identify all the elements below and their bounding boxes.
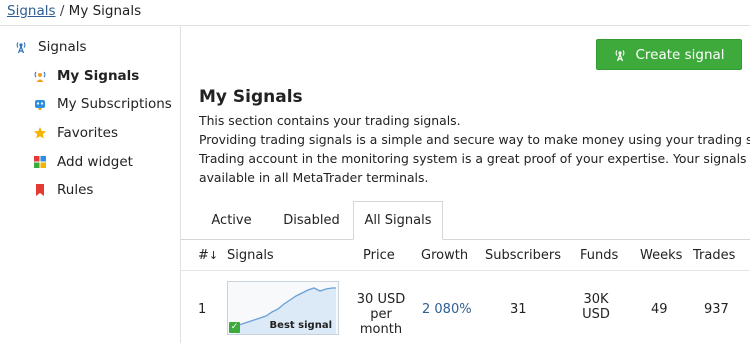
column-header-trades[interactable]: Trades bbox=[693, 248, 735, 263]
sidebar-item-label: My Signals bbox=[57, 68, 140, 84]
funds-currency: USD bbox=[582, 307, 610, 322]
row-index: 1 bbox=[198, 302, 207, 317]
page-title: My Signals bbox=[199, 87, 303, 107]
sidebar-item-signals[interactable]: Signals bbox=[14, 39, 87, 55]
table-header-divider bbox=[181, 270, 750, 271]
antenna-icon bbox=[613, 48, 627, 62]
column-header-funds[interactable]: Funds bbox=[580, 248, 618, 263]
sidebar-item-add-widget[interactable]: Add widget bbox=[33, 154, 133, 170]
sidebar-item-label: Add widget bbox=[57, 154, 133, 170]
breadcrumb-current: My Signals bbox=[68, 3, 142, 19]
breadcrumb-separator: / bbox=[59, 3, 65, 19]
trades-cell: 937 bbox=[704, 302, 729, 317]
growth-link[interactable]: 2 080% bbox=[422, 302, 472, 317]
column-header-weeks[interactable]: Weeks bbox=[640, 248, 682, 263]
tab-active[interactable]: Active bbox=[193, 201, 270, 240]
column-header-growth[interactable]: Growth bbox=[421, 248, 468, 263]
funds-amount: 30K bbox=[583, 292, 609, 307]
description-line-1: This section contains your trading signa… bbox=[199, 113, 461, 128]
antenna-icon bbox=[14, 40, 28, 54]
header-divider bbox=[0, 25, 750, 26]
bookmark-icon bbox=[33, 183, 47, 197]
sidebar-item-label: Favorites bbox=[57, 125, 118, 141]
robot-icon bbox=[33, 97, 47, 111]
tab-all-signals[interactable]: All Signals bbox=[353, 201, 443, 240]
signal-thumbnail[interactable]: ✓ Best signal bbox=[227, 281, 339, 335]
best-signal-badge: Best signal bbox=[269, 320, 332, 331]
create-signal-label: Create signal bbox=[635, 46, 725, 63]
price-amount: 30 USD bbox=[356, 292, 406, 307]
sidebar-divider bbox=[180, 26, 181, 343]
sidebar-item-label: Signals bbox=[38, 39, 87, 55]
breadcrumb: Signals / My Signals bbox=[0, 0, 750, 25]
description-line-2: Providing trading signals is a simple an… bbox=[199, 132, 750, 147]
column-header-index[interactable]: #↓ bbox=[198, 248, 218, 263]
sort-arrow-icon: ↓ bbox=[208, 249, 219, 262]
funds-cell: 30K USD bbox=[578, 292, 614, 322]
check-icon: ✓ bbox=[229, 322, 240, 333]
price-cell: 30 USD per month bbox=[349, 292, 413, 337]
weeks-cell: 49 bbox=[651, 302, 668, 317]
description-line-3: Trading account in the monitoring system… bbox=[199, 151, 750, 166]
column-header-subscribers[interactable]: Subscribers bbox=[485, 248, 561, 263]
star-icon bbox=[33, 126, 47, 140]
column-header-signals[interactable]: Signals bbox=[227, 248, 274, 263]
widget-icon bbox=[33, 155, 47, 169]
sidebar-item-my-signals[interactable]: My Signals bbox=[33, 68, 139, 84]
subscribers-cell: 31 bbox=[510, 302, 527, 317]
tab-disabled[interactable]: Disabled bbox=[270, 201, 353, 240]
user-antenna-icon bbox=[33, 69, 47, 83]
sidebar-item-rules[interactable]: Rules bbox=[33, 182, 93, 198]
sidebar-item-label: Rules bbox=[57, 182, 94, 198]
price-period: per month bbox=[359, 307, 403, 337]
tabs: Active Disabled All Signals bbox=[181, 201, 750, 240]
breadcrumb-signals-link[interactable]: Signals bbox=[7, 3, 56, 19]
column-header-price[interactable]: Price bbox=[363, 248, 395, 263]
create-signal-button[interactable]: Create signal bbox=[596, 39, 742, 70]
sidebar-item-my-subscriptions[interactable]: My Subscriptions bbox=[33, 96, 172, 112]
sidebar-item-favorites[interactable]: Favorites bbox=[33, 125, 118, 141]
sidebar-item-label: My Subscriptions bbox=[57, 96, 172, 112]
description-line-4: available in all MetaTrader terminals. bbox=[199, 170, 429, 185]
